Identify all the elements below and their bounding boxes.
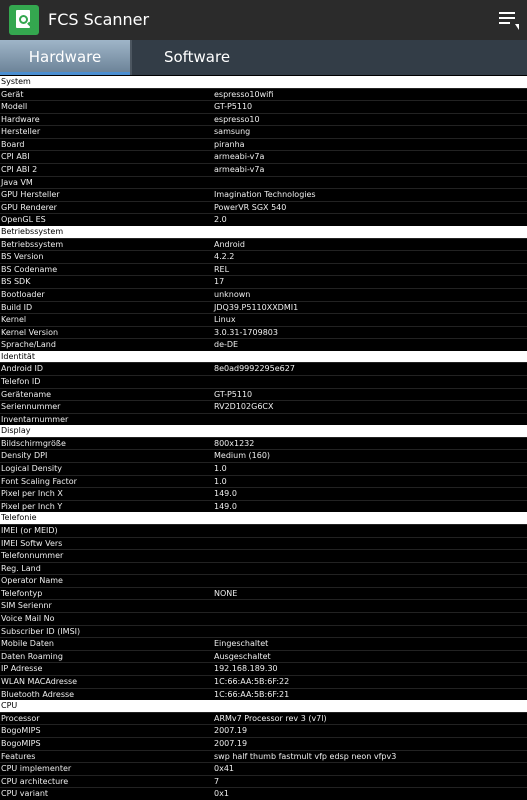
- list-item[interactable]: Bootloader unknown: [0, 287, 527, 301]
- item-value: 1C:66:AA:5B:6F:21: [214, 689, 290, 699]
- list-item[interactable]: Pixel per Inch Y 149.0: [0, 499, 527, 513]
- list-item[interactable]: Telefonnummer: [0, 549, 527, 562]
- section-header: CPU: [0, 700, 527, 712]
- list-item[interactable]: SIM Seriennr: [0, 599, 527, 612]
- info-list[interactable]: System Gerät espresso10wifi Modell GT-P5110 H…: [0, 76, 527, 800]
- list-item[interactable]: Inventarnummer: [0, 412, 527, 426]
- overflow-menu-icon[interactable]: [499, 10, 519, 30]
- tab-hardware[interactable]: Hardware: [0, 40, 130, 75]
- list-item[interactable]: Hersteller samsung: [0, 125, 527, 138]
- item-value: 0x1: [214, 789, 229, 799]
- item-value: de-DE: [214, 340, 239, 350]
- item-label: OpenGL ES: [1, 215, 46, 225]
- list-item[interactable]: Kernel Linux: [0, 313, 527, 326]
- list-item[interactable]: Bildschirmgröße 800x1232: [0, 436, 527, 450]
- list-item[interactable]: Pixel per Inch X 149.0: [0, 487, 527, 500]
- list-item[interactable]: Subscriber ID (IMSI): [0, 624, 527, 638]
- list-item[interactable]: Voice Mail No: [0, 612, 527, 625]
- list-item[interactable]: Board piranha: [0, 137, 527, 151]
- list-item[interactable]: Gerätename GT-P5110: [0, 387, 527, 401]
- item-label: Sprache/Land: [1, 340, 56, 350]
- item-label: Bluetooth Adresse: [1, 689, 75, 699]
- list-item[interactable]: Telefon ID: [0, 374, 527, 388]
- list-item[interactable]: IMEI (or MEID): [0, 523, 527, 537]
- list-item[interactable]: Java VM: [0, 175, 527, 189]
- list-item[interactable]: Features swp half thumb fastmult vfp edsp…: [0, 749, 527, 763]
- list-item[interactable]: Android ID 8e0ad9992295e627: [0, 362, 527, 375]
- item-value: 2.0: [214, 215, 227, 225]
- app-title: FCS Scanner: [48, 10, 150, 29]
- section-header: Display: [0, 425, 527, 437]
- item-value: 149.0: [214, 501, 237, 511]
- list-item[interactable]: BS Codename REL: [0, 262, 527, 276]
- list-item[interactable]: CPU implementer 0x41: [0, 762, 527, 775]
- list-item[interactable]: Betriebssystem Android: [0, 237, 527, 251]
- action-bar: FCS Scanner: [0, 0, 527, 40]
- list-item[interactable]: Logical Density 1.0: [0, 462, 527, 475]
- section-header: Betriebssystem: [0, 226, 527, 238]
- list-item[interactable]: Density DPI Medium (160): [0, 449, 527, 462]
- list-item[interactable]: CPI ABI armeabi-v7a: [0, 150, 527, 163]
- section-header: System: [0, 76, 527, 88]
- list-item[interactable]: BogoMIPS 2007.19: [0, 736, 527, 750]
- list-item[interactable]: IMEI Softw Vers: [0, 536, 527, 550]
- list-item[interactable]: Mobile Daten Eingeschaltet: [0, 637, 527, 650]
- list-item[interactable]: Font Scaling Factor 1.0: [0, 474, 527, 488]
- list-item[interactable]: Operator Name: [0, 574, 527, 587]
- list-item[interactable]: Processor ARMv7 Processor rev 3 (v7l): [0, 711, 527, 725]
- list-item[interactable]: Daten Roaming Ausgeschaltet: [0, 649, 527, 663]
- list-item[interactable]: Seriennummer RV2D102G6CX: [0, 400, 527, 413]
- list-item[interactable]: GPU Hersteller Imagination Technologies: [0, 188, 527, 201]
- list-item[interactable]: BS Version 4.2.2: [0, 250, 527, 263]
- list-item[interactable]: Sprache/Land de-DE: [0, 338, 527, 351]
- list-item[interactable]: Reg. Land: [0, 561, 527, 575]
- list-item[interactable]: Hardware espresso10: [0, 112, 527, 126]
- list-item[interactable]: Modell GT-P5110: [0, 100, 527, 113]
- tab-software[interactable]: Software: [132, 40, 262, 75]
- section-header: Identität: [0, 350, 527, 363]
- list-item[interactable]: WLAN MACAdresse 1C:66:AA:5B:6F:22: [0, 675, 527, 688]
- app-logo-icon: [9, 5, 39, 35]
- list-item[interactable]: CPU variant 0x1: [0, 787, 527, 800]
- item-label: Inventarnummer: [1, 414, 69, 424]
- list-item[interactable]: IP Adresse 192.168.189.30: [0, 662, 527, 675]
- section-header: Telefonie: [0, 512, 527, 524]
- item-label: CPU variant: [1, 789, 49, 799]
- list-item[interactable]: BS SDK 17: [0, 275, 527, 288]
- list-item[interactable]: CPU architecture 7: [0, 774, 527, 788]
- list-item[interactable]: Bluetooth Adresse 1C:66:AA:5B:6F:21: [0, 687, 527, 701]
- tab-bar: Hardware Software: [0, 40, 527, 75]
- item-label: Pixel per Inch Y: [1, 501, 63, 511]
- list-item[interactable]: Telefontyp NONE: [0, 586, 527, 600]
- list-item[interactable]: CPI ABI 2 armeabi-v7a: [0, 163, 527, 176]
- list-item[interactable]: BogoMIPS 2007.19: [0, 724, 527, 737]
- list-item[interactable]: Build ID JDQ39.P5110XXDMI1: [0, 300, 527, 314]
- list-item[interactable]: Kernel Version 3.0.31-1709803: [0, 325, 527, 339]
- list-item[interactable]: Gerät espresso10wifi: [0, 87, 527, 101]
- list-item[interactable]: OpenGL ES 2.0: [0, 213, 527, 226]
- list-item[interactable]: GPU Renderer PowerVR SGX 540: [0, 200, 527, 214]
